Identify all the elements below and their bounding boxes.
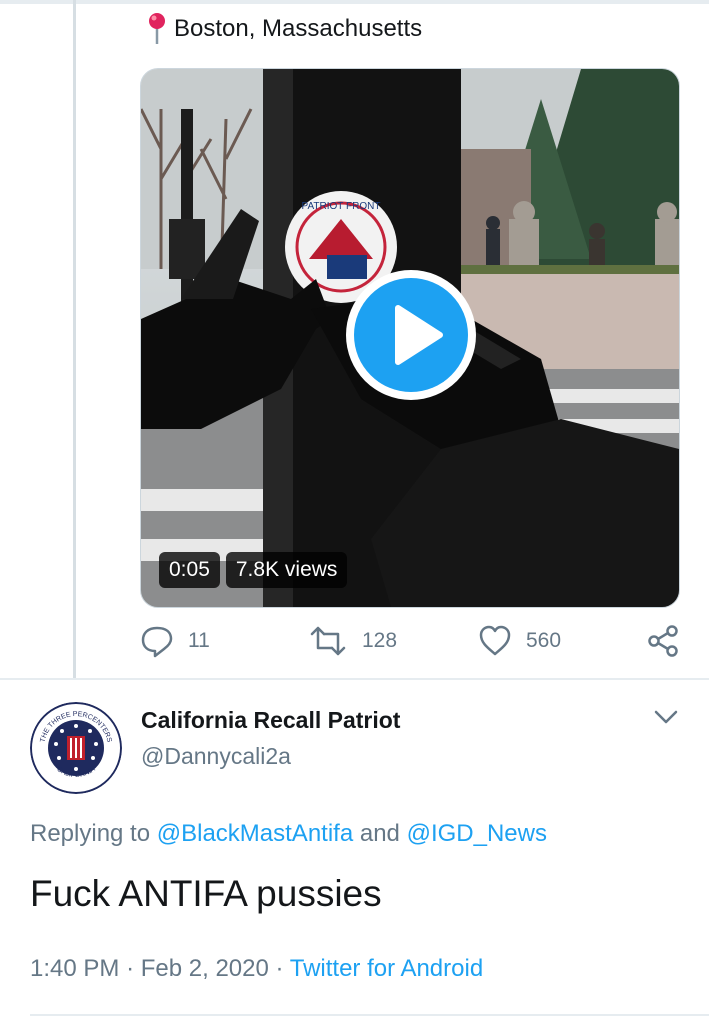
retweet-action[interactable]: 128	[308, 624, 397, 658]
avatar[interactable]: THE THREE PERCENTERS CALIFORNIA	[30, 702, 122, 794]
video-views-badge: 7.8K views	[225, 552, 348, 588]
retweet-icon	[310, 626, 346, 656]
play-button[interactable]	[346, 270, 476, 400]
like-count: 560	[526, 629, 562, 652]
author-display-name[interactable]: California Recall Patriot	[141, 707, 400, 734]
thread-connector-line	[73, 0, 76, 680]
play-icon	[395, 305, 443, 365]
reply-icon	[141, 626, 173, 658]
meta-separator: ·	[126, 955, 135, 982]
tweet-time[interactable]: 1:40 PM	[30, 955, 119, 982]
tweet-options-button[interactable]	[652, 707, 680, 732]
author-handle[interactable]: @Dannycali2a	[141, 743, 291, 770]
tweet-source-link[interactable]: Twitter for Android	[290, 955, 483, 982]
replying-to-line: Replying to @BlackMastAntifa and @IGD_Ne…	[30, 820, 547, 848]
tweet-date[interactable]: Feb 2, 2020	[141, 955, 269, 982]
bottom-divider	[30, 1014, 709, 1016]
share-icon	[648, 625, 678, 657]
video-player[interactable]: PATRIOT FRONT 0:05 7.8K views	[140, 68, 680, 608]
replying-prefix: Replying to	[30, 820, 151, 847]
location-label: Boston, Massachusetts	[174, 15, 423, 42]
top-divider	[0, 0, 709, 4]
tweet-location[interactable]: Boston, Massachusetts	[146, 12, 422, 46]
reply-mention-1[interactable]: @BlackMastAntifa	[157, 820, 353, 847]
video-info-badges: 0:05 7.8K views	[159, 552, 348, 588]
retweet-count: 128	[362, 629, 398, 652]
reply-mention-2[interactable]: @IGD_News	[407, 820, 547, 847]
reply-conjunction: and	[359, 820, 400, 847]
tweet-action-bar: 11 128 560	[140, 624, 680, 664]
reply-action[interactable]: 11	[140, 624, 210, 658]
tweet-divider	[0, 678, 709, 680]
tweet-metadata: 1:40 PM · Feb 2, 2020 · Twitter for Andr…	[30, 955, 483, 983]
like-icon	[479, 625, 511, 656]
like-action[interactable]: 560	[478, 624, 561, 658]
chevron-down-icon	[654, 710, 678, 724]
sticker-text: PATRIOT FRONT	[302, 201, 381, 212]
tweet-text: Fuck ANTIFA pussies	[30, 873, 382, 914]
video-duration-badge: 0:05	[159, 552, 220, 588]
reply-count: 11	[188, 629, 210, 652]
meta-separator-2: ·	[275, 955, 284, 982]
share-action[interactable]	[646, 624, 680, 658]
map-pin-icon	[146, 12, 168, 46]
